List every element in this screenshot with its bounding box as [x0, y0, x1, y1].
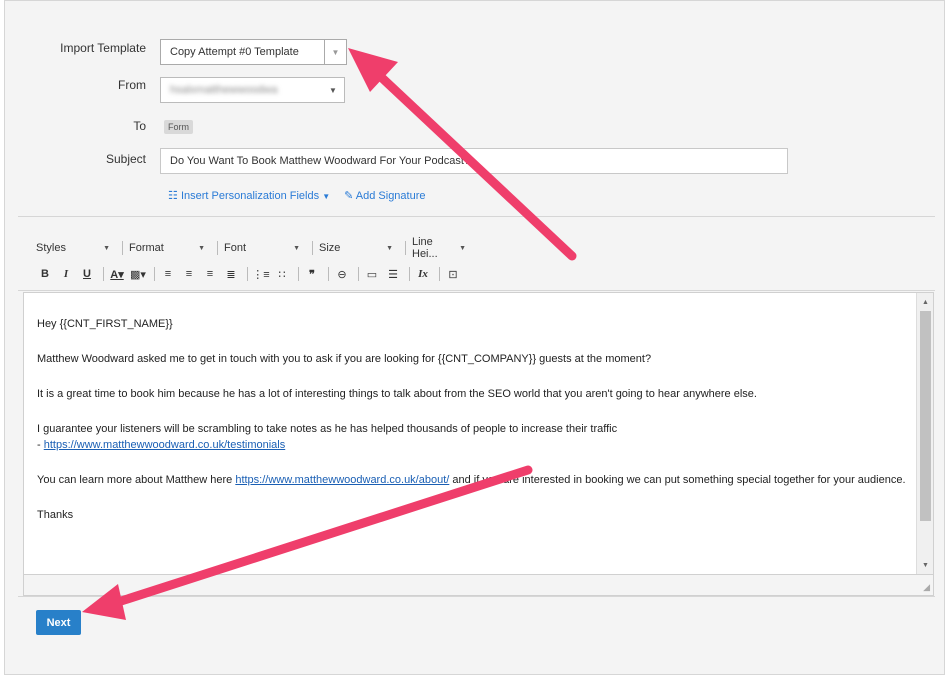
caret-down-icon: ▼	[198, 244, 205, 252]
caret-down-icon: ▼	[322, 192, 331, 201]
editor-toolbar: Styles ▼ Format ▼ Font ▼ Size ▼ Line Hei... ▼ BIU…	[18, 216, 935, 291]
about-link[interactable]: https://www.matthewwoodward.co.uk/about/	[235, 474, 449, 486]
subject-input[interactable]: Do You Want To Book Matthew Woodward For…	[160, 148, 788, 174]
to-tag-form[interactable]: Form	[164, 120, 193, 134]
toolbar-separator	[312, 241, 313, 255]
import-template-label: Import Template	[60, 41, 146, 55]
editor-statusbar: ◢	[23, 575, 934, 596]
clear-format-icon[interactable]: Ix	[414, 265, 432, 283]
body-paragraph-3: I guarantee your listeners will be scram…	[37, 423, 618, 451]
toolbar-separator	[103, 267, 104, 281]
toolbar-combo-format[interactable]: Format ▼	[129, 242, 211, 254]
align-right-icon[interactable]: ≡	[201, 265, 219, 283]
next-button[interactable]: Next	[36, 610, 81, 635]
email-body[interactable]: Hey {{CNT_FIRST_NAME}} Matthew Woodward …	[37, 316, 907, 542]
from-select[interactable]: hsalxmatthewwoodwa ▼	[160, 77, 345, 103]
source-code-icon[interactable]: ⊡	[444, 265, 462, 283]
toolbar-separator	[405, 241, 406, 255]
caret-down-icon: ▼	[103, 244, 110, 252]
underline-icon[interactable]: U	[78, 265, 96, 283]
body-paragraph-1: Matthew Woodward asked me to get in touc…	[37, 353, 652, 365]
toolbar-buttons: B I U A▾ ▩▾ ≡ ≡ ≡ ≣ ⋮≡ ∷ ❞ ⊖ ▭ ☰ Ix ⊡	[36, 265, 465, 283]
chevron-down-icon[interactable]: ▼	[324, 40, 346, 64]
align-center-icon[interactable]: ≡	[180, 265, 198, 283]
from-value: hsalxmatthewwoodwa	[170, 84, 278, 96]
toolbar-separator	[358, 267, 359, 281]
caret-down-icon: ▼	[459, 244, 466, 252]
body-paragraph-4: You can learn more about Matthew here ht…	[37, 474, 906, 486]
caret-down-icon: ▼	[386, 244, 393, 252]
chevron-down-icon[interactable]: ▼	[322, 78, 344, 102]
toolbar-combo-size[interactable]: Size ▼	[319, 242, 399, 254]
editor-scrollbar[interactable]: ▲ ▼	[916, 293, 933, 574]
caret-down-icon: ▼	[293, 244, 300, 252]
toolbar-separator	[298, 267, 299, 281]
to-label: To	[133, 119, 146, 133]
toolbar-combo-line-hei[interactable]: Line Hei... ▼	[412, 236, 472, 260]
email-composer-panel: Import Template Copy Attempt #0 Template…	[4, 0, 945, 675]
toolbar-separator	[154, 267, 155, 281]
body-closing: Thanks	[37, 509, 74, 521]
list-icon: ☷	[168, 190, 178, 202]
background-color-icon[interactable]: ▩▾	[129, 265, 147, 283]
text-color-icon[interactable]: A▾	[108, 265, 126, 283]
toolbar-separator	[409, 267, 410, 281]
add-signature-link[interactable]: ✎ Add Signature	[344, 189, 425, 202]
resize-handle-icon[interactable]: ◢	[923, 582, 930, 593]
blockquote-icon[interactable]: ❞	[303, 265, 321, 283]
toolbar-separator	[328, 267, 329, 281]
from-label: From	[118, 78, 146, 92]
toolbar-separator	[439, 267, 440, 281]
horizontal-rule-icon[interactable]: ☰	[384, 265, 402, 283]
image-icon[interactable]: ▭	[363, 265, 381, 283]
toolbar-separator	[122, 241, 123, 255]
import-template-select[interactable]: Copy Attempt #0 Template ▼	[160, 39, 347, 65]
editor-links: ☷ Insert Personalization Fields ▼ ✎ Add …	[168, 189, 426, 202]
import-template-value: Copy Attempt #0 Template	[170, 46, 299, 58]
bulleted-list-icon[interactable]: ∷	[273, 265, 291, 283]
toolbar-separator	[247, 267, 248, 281]
subject-label: Subject	[105, 152, 146, 166]
body-greeting: Hey {{CNT_FIRST_NAME}}	[37, 318, 173, 330]
rich-text-editor: Styles ▼ Format ▼ Font ▼ Size ▼ Line Hei... ▼ BIU…	[18, 216, 935, 596]
scroll-thumb[interactable]	[920, 311, 931, 521]
toolbar-combo-styles[interactable]: Styles ▼	[36, 242, 116, 254]
body-paragraph-2: It is a great time to book him because h…	[37, 388, 757, 400]
link-icon[interactable]: ⊖	[333, 265, 351, 283]
insert-personalization-fields-link[interactable]: ☷ Insert Personalization Fields ▼	[168, 189, 330, 202]
bold-icon[interactable]: B	[36, 265, 54, 283]
scroll-down-icon[interactable]: ▼	[917, 557, 933, 573]
toolbar-separator	[217, 241, 218, 255]
editor-content[interactable]: Hey {{CNT_FIRST_NAME}} Matthew Woodward …	[23, 292, 934, 575]
toolbar-combo-font[interactable]: Font ▼	[224, 242, 306, 254]
scroll-up-icon[interactable]: ▲	[917, 294, 933, 310]
testimonials-link[interactable]: https://www.matthewwoodward.co.uk/testim…	[44, 439, 286, 451]
italic-icon[interactable]: I	[57, 265, 75, 283]
numbered-list-icon[interactable]: ⋮≡	[252, 265, 270, 283]
divider	[18, 596, 935, 597]
align-left-icon[interactable]: ≡	[159, 265, 177, 283]
align-justify-icon[interactable]: ≣	[222, 265, 240, 283]
toolbar-combos: Styles ▼ Format ▼ Font ▼ Size ▼ Line Hei... ▼	[36, 236, 472, 260]
edit-icon: ✎	[344, 190, 354, 202]
